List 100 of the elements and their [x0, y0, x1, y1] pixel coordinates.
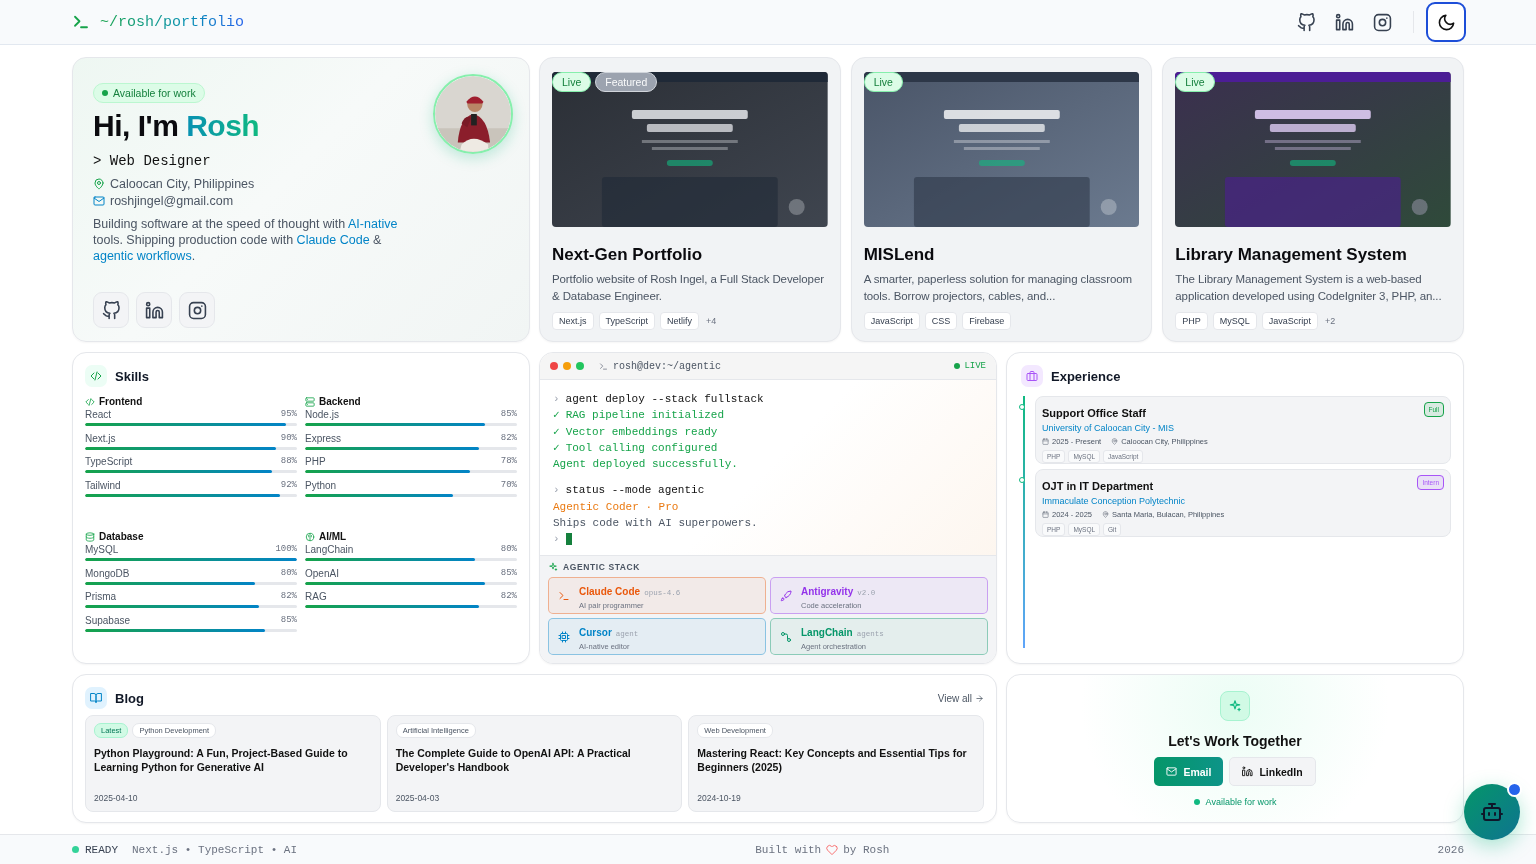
calendar-icon	[1042, 438, 1049, 445]
tech-tag: MySQL	[1212, 312, 1257, 330]
organization-text: Immaculate Conception Polytechnic	[1042, 496, 1187, 506]
skill-percent: 80%	[280, 567, 297, 579]
live-status: LIVE	[964, 361, 986, 371]
github-button[interactable]	[93, 292, 129, 328]
tool-name: Cursor	[579, 627, 612, 638]
bio-text: Building software at the speed of thought with AI-native tools. Shipping production code with Claude Code & agentic workflows.	[93, 216, 399, 264]
instagram-icon	[1372, 12, 1392, 32]
tech-tag: Netlify	[660, 312, 700, 330]
job-title: OJT in IT Department	[1042, 480, 1154, 492]
skill-name: Node.js	[305, 409, 339, 420]
skill-name: React	[85, 409, 112, 420]
stack-heading: AGENTIC STACK	[563, 562, 641, 572]
theme-toggle[interactable]	[1426, 2, 1466, 42]
location-pin-icon	[1111, 438, 1119, 445]
group-title: Database	[99, 531, 144, 542]
skill-name: Next.js	[85, 432, 116, 444]
section-title: Experience	[1051, 368, 1121, 384]
command-text: status --mode agentic	[565, 483, 705, 499]
prompt-symbol: ›	[553, 392, 560, 407]
group-title: Frontend	[99, 396, 143, 407]
skill-name: Supabase	[85, 614, 131, 626]
terminal-prompt-icon	[599, 361, 608, 371]
code-icon	[85, 396, 95, 407]
terminal-title: rosh@dev:~/agentic	[613, 360, 722, 372]
post-title: Mastering React: Key Concepts and Essential Tips for Beginners (2025)	[697, 746, 968, 775]
linkedin-icon	[1242, 766, 1254, 777]
heart-icon	[826, 843, 839, 856]
skill-name: MongoDB	[85, 567, 130, 579]
success-text: Agent deployed successfully.	[553, 457, 739, 473]
tool-name: Claude Code	[579, 586, 641, 597]
output-text: RAG pipeline initialized	[565, 408, 725, 424]
more-count: +4	[706, 316, 717, 326]
bio-link[interactable]: AI-native	[348, 217, 398, 231]
organization-text: University of Caloocan City - MIS	[1042, 423, 1176, 433]
linkedin-icon	[144, 300, 164, 320]
github-icon	[101, 300, 121, 320]
skill-percent: 82%	[280, 591, 297, 602]
status-dot	[72, 846, 79, 853]
prompt-symbol: ›	[553, 483, 560, 499]
instagram-icon	[187, 300, 207, 320]
github-icon	[1296, 12, 1316, 32]
database-icon	[85, 531, 95, 542]
command-text: agent deploy --stack fullstack	[565, 392, 764, 407]
status-text: READY	[85, 843, 118, 856]
linkedin-button[interactable]	[136, 292, 172, 328]
skill-percent: 90%	[280, 432, 297, 444]
email-text: roshjingel@gmail.com	[110, 194, 234, 208]
output-text: Vector embeddings ready	[565, 424, 718, 440]
mail-icon	[93, 195, 105, 207]
book-icon	[90, 692, 102, 704]
status-badge: Available for work	[93, 83, 205, 103]
post-date: 2025-04-03	[395, 793, 441, 803]
job-title: Support Office Staff	[1042, 407, 1146, 419]
post-title: The Complete Guide to OpenAI API: A Practical Developer's Handbook	[395, 746, 632, 775]
skill-name: OpenAI	[305, 567, 339, 579]
project-description: Portfolio website of Rosh Ingel, a Full Stack Developer & Database Engineer.	[552, 272, 825, 304]
linkedin-icon	[1334, 12, 1354, 32]
group-title: AI/ML	[319, 531, 347, 542]
group-title: Backend	[319, 396, 361, 407]
window-maximize-dot[interactable]	[576, 362, 584, 370]
server-icon	[305, 396, 315, 407]
skill-name: RAG	[305, 591, 327, 602]
project-description: A smarter, paperless solution for managing classroom tools. Borrow projectors, cables, and...	[863, 272, 1134, 304]
mail-icon	[1166, 766, 1178, 777]
skill-percent: 80%	[500, 544, 517, 555]
bio-link[interactable]: Claude Code	[296, 233, 370, 247]
section-title: Skills	[115, 368, 149, 384]
location-pin-icon	[1102, 511, 1110, 518]
tool-name: LangChain	[801, 627, 853, 638]
email-button[interactable]: Email	[1154, 757, 1224, 786]
timeline-node	[1019, 477, 1025, 483]
tool-name: Antigravity	[801, 586, 854, 597]
tech-tag: CSS	[924, 312, 958, 330]
skill-percent: 85%	[500, 567, 517, 579]
sparkle-icon	[548, 562, 558, 572]
bio-link[interactable]: agentic workflows	[93, 249, 192, 263]
more-count: +2	[1324, 316, 1336, 326]
nodes-icon	[780, 630, 792, 643]
view-all-link[interactable]: View all	[937, 692, 984, 704]
instagram-button[interactable]	[179, 292, 215, 328]
tech-tag: PHP	[1175, 312, 1208, 330]
skill-percent: 70%	[500, 479, 517, 491]
sparkle-icon	[1228, 699, 1242, 713]
role-text: > Web Designer	[93, 153, 212, 169]
contact-title: Let's Work Together	[1168, 733, 1302, 749]
skill-name: LangChain	[305, 544, 354, 555]
window-close-dot[interactable]	[550, 362, 558, 370]
section-title: Blog	[115, 690, 144, 706]
output-text: Tool calling configured	[565, 440, 718, 456]
live-badge: Live	[552, 72, 592, 92]
project-description: The Library Management System is a web-based application developed using CodeIgniter 3, PHP, an...	[1175, 272, 1443, 304]
window-minimize-dot[interactable]	[563, 362, 571, 370]
skill-name: Tailwind	[85, 479, 121, 491]
skill-name: Python	[305, 479, 337, 491]
calendar-icon	[1042, 511, 1049, 518]
linkedin-button[interactable]: LinkedIn	[1229, 757, 1316, 786]
featured-badge: Featured	[595, 72, 658, 92]
chat-bot-button[interactable]	[1464, 784, 1520, 840]
